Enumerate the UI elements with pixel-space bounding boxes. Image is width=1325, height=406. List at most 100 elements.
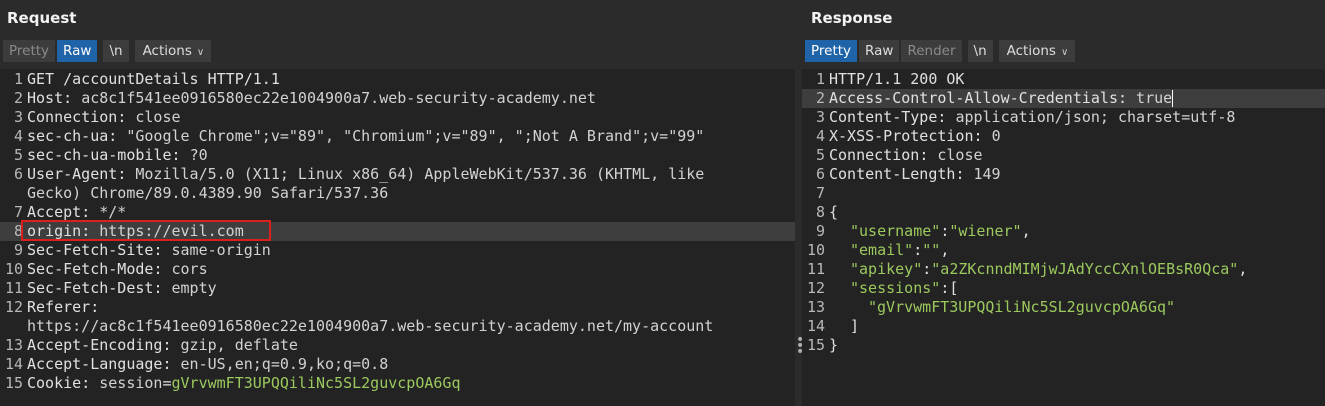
header-name: Access-Control-Allow-Credentials bbox=[829, 89, 1118, 107]
line-number: 11 bbox=[806, 260, 825, 278]
response-line: 10 "email":"", bbox=[802, 241, 1325, 260]
line-number: 10 bbox=[806, 241, 825, 259]
header-name: Connection bbox=[829, 146, 920, 164]
chevron-down-icon: ∨ bbox=[196, 47, 205, 58]
chevron-down-icon: ∨ bbox=[1060, 47, 1069, 58]
response-editor[interactable]: 1 HTTP/1.1 200 OK 2 Access-Control-Allow-C… bbox=[802, 69, 1325, 406]
json-punct: , bbox=[940, 241, 950, 259]
header-value: close bbox=[937, 146, 983, 164]
response-toolbar: Pretty Raw Render \n Actions ∨ bbox=[805, 40, 1077, 62]
line-number: 12 bbox=[4, 298, 23, 316]
request-newline-toggle[interactable]: \n bbox=[103, 40, 129, 62]
line-number: 7 bbox=[13, 203, 23, 221]
header-value: same-origin bbox=[171, 241, 271, 259]
line-number: 6 bbox=[815, 165, 825, 183]
json-array-item: "gVrvwmFT3UPQQiliNc5SL2guvcpOA6Gq" bbox=[868, 298, 1176, 316]
request-line: 14 Accept-Language: en-US,en;q=0.9,ko;q=0… bbox=[0, 355, 795, 374]
header-name: Host bbox=[27, 89, 64, 107]
json-value: "" bbox=[922, 241, 941, 259]
response-tab-raw[interactable]: Raw bbox=[859, 40, 900, 62]
line-number: 10 bbox=[4, 260, 23, 278]
line-number: 3 bbox=[815, 108, 825, 126]
response-line-highlighted: 2 Access-Control-Allow-Credentials: true bbox=[802, 89, 1325, 108]
header-name: Accept-Language bbox=[27, 355, 163, 373]
response-tab-render[interactable]: Render bbox=[901, 40, 962, 62]
request-line: 6 User-Agent: Mozilla/5.0 (X11; Linux x86… bbox=[0, 165, 795, 184]
header-name: Sec-Fetch-Site bbox=[27, 241, 154, 259]
header-value: ac8c1f541ee0916580ec22e1004900a7.web-sec… bbox=[81, 89, 596, 107]
splitter-grip-icon[interactable]: • • • bbox=[796, 333, 804, 359]
request-line-text: GET /accountDetails HTTP/1.1 bbox=[27, 70, 280, 88]
header-name: Sec-Fetch-Dest bbox=[27, 279, 154, 297]
header-name: Cookie bbox=[27, 374, 82, 392]
header-name: X-XSS-Protection bbox=[829, 127, 974, 145]
response-actions-dropdown[interactable]: Actions ∨ bbox=[998, 40, 1076, 62]
text-cursor bbox=[1172, 90, 1174, 107]
line-number: 13 bbox=[806, 298, 825, 316]
response-line: 14] bbox=[802, 317, 1325, 336]
json-brace: } bbox=[829, 336, 839, 354]
request-line: 1 GET /accountDetails HTTP/1.1 bbox=[0, 70, 795, 89]
line-number: 14 bbox=[4, 355, 23, 373]
header-name: sec-ch-ua bbox=[27, 127, 109, 145]
request-title: Request bbox=[7, 9, 77, 27]
header-name: Referer: bbox=[27, 298, 100, 316]
response-tab-pretty[interactable]: Pretty bbox=[805, 40, 858, 62]
line-number: 1 bbox=[13, 70, 23, 88]
header-name: Sec-Fetch-Mode bbox=[27, 260, 154, 278]
json-bracket: ] bbox=[850, 317, 860, 335]
cookie-value: gVrvwmFT3UPQQiliNc5SL2guvcpOA6Gq bbox=[171, 374, 461, 392]
request-line: 2 Host: ac8c1f541ee0916580ec22e1004900a7.… bbox=[0, 89, 795, 108]
header-name: Content-Type bbox=[829, 108, 938, 126]
response-line: 13 "gVrvwmFT3UPQQiliNc5SL2guvcpOA6Gq" bbox=[802, 298, 1325, 317]
request-line: 12 Referer: bbox=[0, 298, 795, 317]
response-line: 6 Content-Length: 149 bbox=[802, 165, 1325, 184]
line-number: 11 bbox=[4, 279, 23, 297]
request-line: 5 sec-ch-ua-mobile: ?0 bbox=[0, 146, 795, 165]
line-number: 7 bbox=[815, 184, 825, 202]
json-key: "email" bbox=[850, 241, 914, 259]
header-value: cors bbox=[171, 260, 208, 278]
response-line: 1 HTTP/1.1 200 OK bbox=[802, 70, 1325, 89]
request-line: 11 Sec-Fetch-Dest: empty bbox=[0, 279, 795, 298]
line-number: 12 bbox=[806, 279, 825, 297]
response-actions-label: Actions bbox=[1006, 43, 1056, 59]
header-name: sec-ch-ua-mobile bbox=[27, 146, 172, 164]
json-value: "wiener" bbox=[949, 222, 1022, 240]
response-line: 4 X-XSS-Protection: 0 bbox=[802, 127, 1325, 146]
request-panel: Request Pretty Raw \n Actions ∨ 1 GET /acc… bbox=[0, 0, 795, 406]
header-value: ?0 bbox=[189, 146, 208, 164]
request-actions-label: Actions bbox=[142, 43, 192, 59]
header-value: "Google Chrome";v="89", "Chromium";v="89… bbox=[126, 127, 705, 145]
request-actions-dropdown[interactable]: Actions ∨ bbox=[134, 40, 212, 62]
line-number: 5 bbox=[815, 146, 825, 164]
header-value: Mozilla/5.0 (X11; Linux x86_64) AppleWeb… bbox=[135, 165, 705, 183]
response-line: 15} bbox=[802, 336, 1325, 355]
json-punct: , bbox=[1238, 260, 1248, 278]
json-punct: [ bbox=[949, 279, 959, 297]
response-line: 3 Content-Type: application/json; charset… bbox=[802, 108, 1325, 127]
header-value: application/json; charset=utf-8 bbox=[955, 108, 1236, 126]
request-line: 15 Cookie: session=gVrvwmFT3UPQQiliNc5SL2… bbox=[0, 374, 795, 393]
request-line-wrap: Gecko) Chrome/89.0.4389.90 Safari/537.36 bbox=[0, 184, 795, 203]
header-name: User-Agent bbox=[27, 165, 118, 183]
response-newline-toggle[interactable]: \n bbox=[967, 40, 993, 62]
request-toolbar: Pretty Raw \n Actions ∨ bbox=[3, 40, 213, 62]
request-tab-raw[interactable]: Raw bbox=[57, 40, 98, 62]
header-value-continuation: Gecko) Chrome/89.0.4389.90 Safari/537.36 bbox=[27, 184, 389, 202]
request-line: 10 Sec-Fetch-Mode: cors bbox=[0, 260, 795, 279]
line-number: 5 bbox=[13, 146, 23, 164]
request-tab-pretty[interactable]: Pretty bbox=[3, 40, 56, 62]
response-line: 12 "sessions":[ bbox=[802, 279, 1325, 298]
cookie-name: session bbox=[99, 374, 163, 392]
header-value: */* bbox=[99, 203, 127, 221]
json-key: "sessions" bbox=[850, 279, 941, 297]
header-value: close bbox=[135, 108, 181, 126]
header-value: true bbox=[1136, 89, 1173, 107]
request-editor[interactable]: 1 GET /accountDetails HTTP/1.1 2 Host: ac8… bbox=[0, 69, 795, 406]
response-line: 9 "username":"wiener", bbox=[802, 222, 1325, 241]
json-key: "username" bbox=[850, 222, 941, 240]
status-line: HTTP/1.1 200 OK bbox=[829, 70, 965, 88]
json-key: "apikey" bbox=[850, 260, 923, 278]
line-number: 13 bbox=[4, 336, 23, 354]
